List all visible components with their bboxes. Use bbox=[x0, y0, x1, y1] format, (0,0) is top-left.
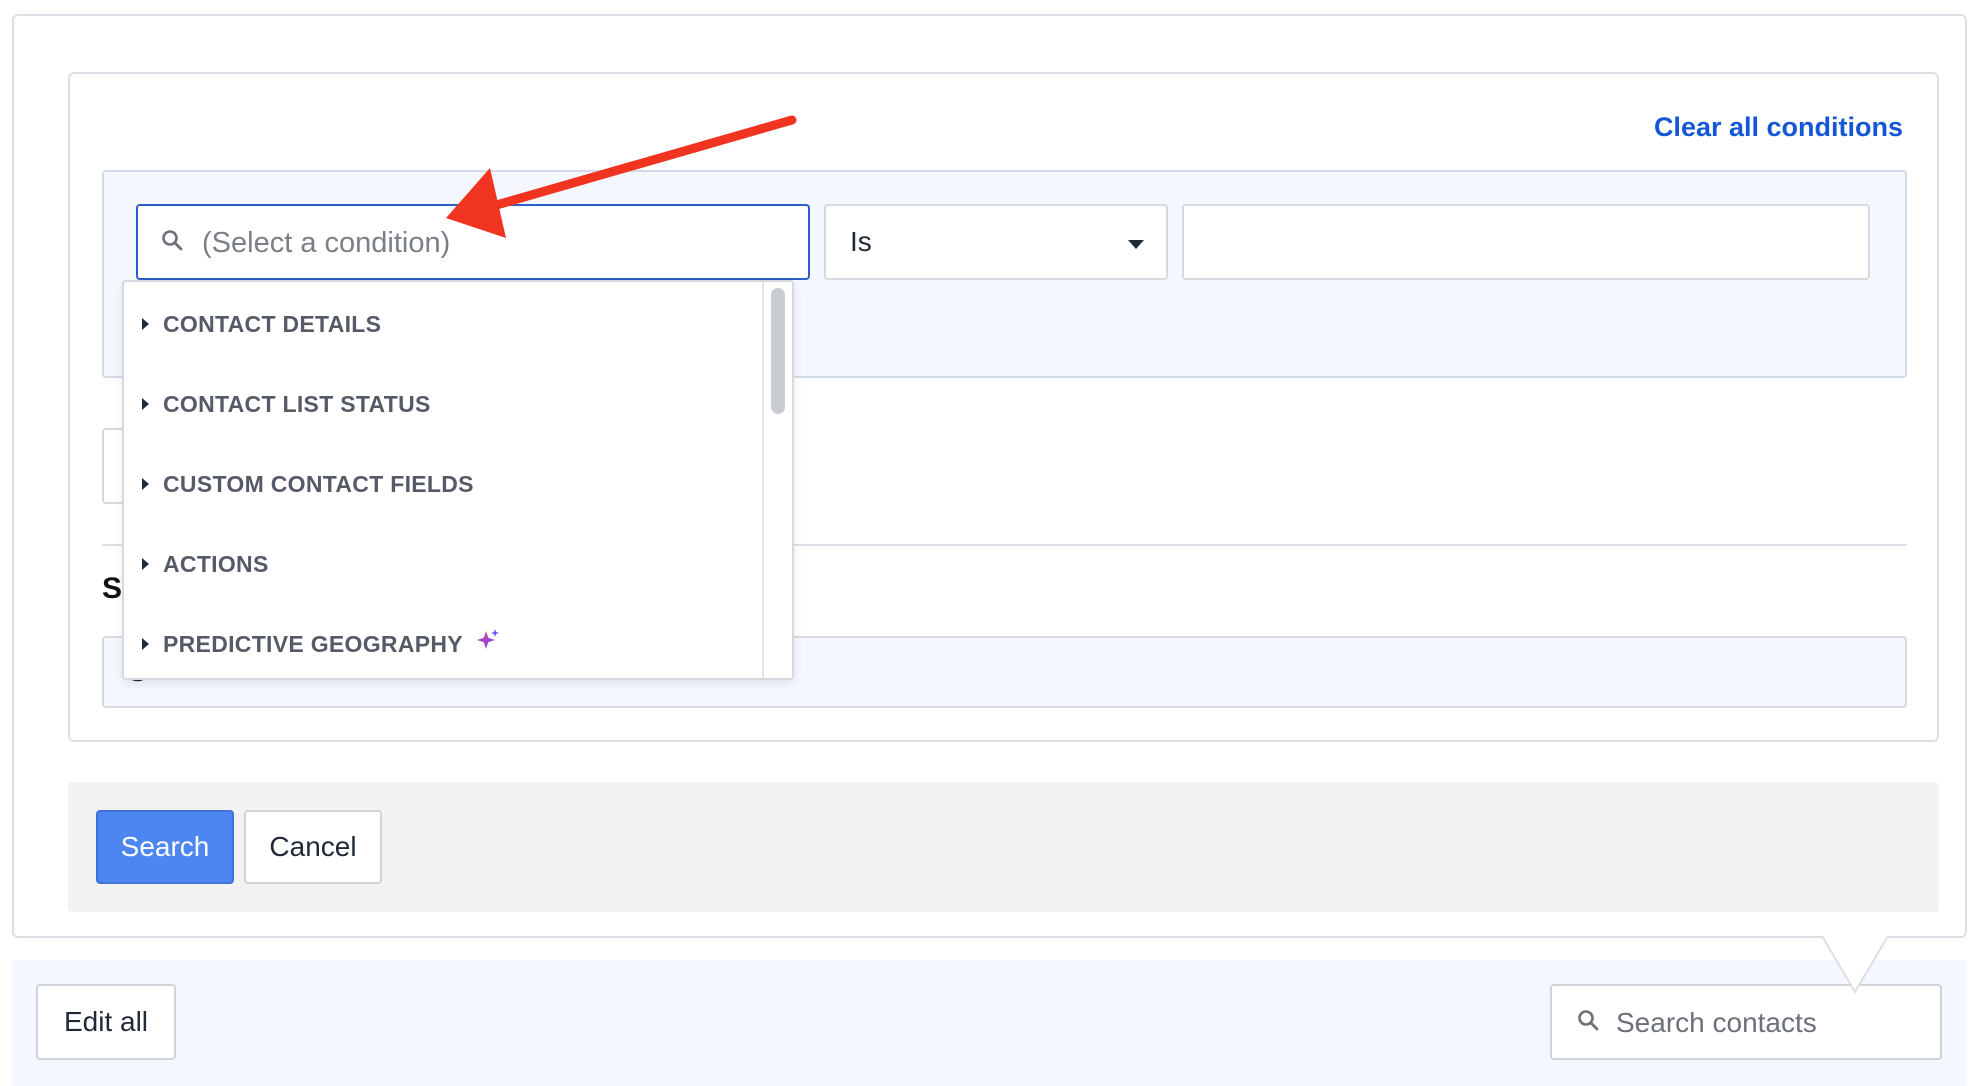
condition-search-input[interactable] bbox=[200, 220, 784, 266]
cancel-button[interactable]: Cancel bbox=[244, 810, 382, 884]
contacts-toolbar: Edit all bbox=[12, 960, 1967, 1086]
condition-dropdown: CONTACT DETAILS CONTACT LIST STATUS CUST… bbox=[122, 280, 794, 680]
caret-right-icon bbox=[142, 398, 149, 410]
dropdown-category-label: ACTIONS bbox=[163, 550, 269, 577]
search-button[interactable]: Search bbox=[96, 810, 234, 884]
dropdown-category-contact-details[interactable]: CONTACT DETAILS bbox=[142, 304, 381, 344]
search-icon bbox=[1576, 1008, 1600, 1037]
dropdown-category-label: PREDICTIVE GEOGRAPHY bbox=[163, 630, 463, 657]
condition-value-input[interactable] bbox=[1182, 204, 1870, 280]
popover-pointer bbox=[1821, 934, 1889, 994]
dropdown-category-contact-list-status[interactable]: CONTACT LIST STATUS bbox=[142, 384, 431, 424]
operator-value: Is bbox=[850, 226, 872, 257]
dropdown-category-custom-contact-fields[interactable]: CUSTOM CONTACT FIELDS bbox=[142, 464, 474, 504]
dropdown-category-label: CUSTOM CONTACT FIELDS bbox=[163, 470, 474, 497]
dropdown-category-label: CONTACT DETAILS bbox=[163, 310, 382, 337]
chevron-down-icon bbox=[1128, 240, 1144, 249]
condition-search-field[interactable] bbox=[136, 204, 810, 280]
search-contacts-input[interactable] bbox=[1614, 1000, 1928, 1046]
search-icon bbox=[160, 228, 184, 257]
sparkle-icon bbox=[475, 628, 501, 660]
dropdown-category-predictive-geography[interactable]: PREDICTIVE GEOGRAPHY bbox=[142, 624, 501, 664]
clear-all-conditions-link[interactable]: Clear all conditions bbox=[1654, 112, 1903, 143]
dropdown-scrollbar[interactable] bbox=[762, 282, 792, 678]
caret-right-icon bbox=[142, 558, 149, 570]
scrollbar-thumb[interactable] bbox=[771, 288, 785, 414]
edit-all-button[interactable]: Edit all bbox=[36, 984, 176, 1060]
caret-right-icon bbox=[142, 478, 149, 490]
dropdown-category-label: CONTACT LIST STATUS bbox=[163, 390, 431, 417]
operator-select[interactable]: Is bbox=[824, 204, 1168, 280]
caret-right-icon bbox=[142, 318, 149, 330]
dropdown-category-actions[interactable]: ACTIONS bbox=[142, 544, 269, 584]
action-bar: Search Cancel bbox=[68, 782, 1939, 912]
caret-right-icon bbox=[142, 638, 149, 650]
